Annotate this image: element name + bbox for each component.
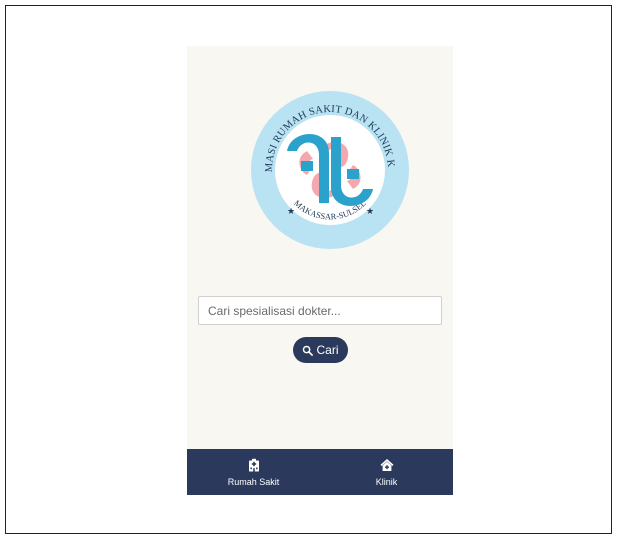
app-logo: LAYANAN INFORMASI RUMAH SAKIT DAN KLINIK… (249, 89, 411, 251)
nav-label-klinik: Klinik (375, 476, 398, 487)
logo-ribbon-blue-tab-right (347, 169, 359, 179)
hospital-icon (248, 458, 259, 471)
search-input[interactable] (198, 296, 442, 325)
logo-ribbon-blue-tab-left (301, 161, 313, 171)
search-icon (303, 345, 314, 356)
medical-cross-logo-icon: LAYANAN INFORMASI RUMAH SAKIT DAN KLINIK… (249, 89, 409, 249)
nav-item-rumah-sakit[interactable]: Rumah Sakit (187, 449, 320, 495)
search-button[interactable]: Cari (293, 337, 348, 363)
logo-star-left: ★ (287, 206, 295, 216)
search-button-label: Cari (316, 343, 339, 357)
screenshot-frame: LAYANAN INFORMASI RUMAH SAKIT DAN KLINIK… (5, 5, 612, 534)
logo-star-right: ★ (366, 206, 374, 216)
bottom-navigation: Rumah Sakit Klinik (187, 449, 453, 495)
clinic-house-icon (380, 458, 393, 471)
nav-label-rumah-sakit: Rumah Sakit (227, 476, 280, 487)
app-screen: LAYANAN INFORMASI RUMAH SAKIT DAN KLINIK… (187, 46, 453, 495)
nav-item-klinik[interactable]: Klinik (320, 449, 453, 495)
